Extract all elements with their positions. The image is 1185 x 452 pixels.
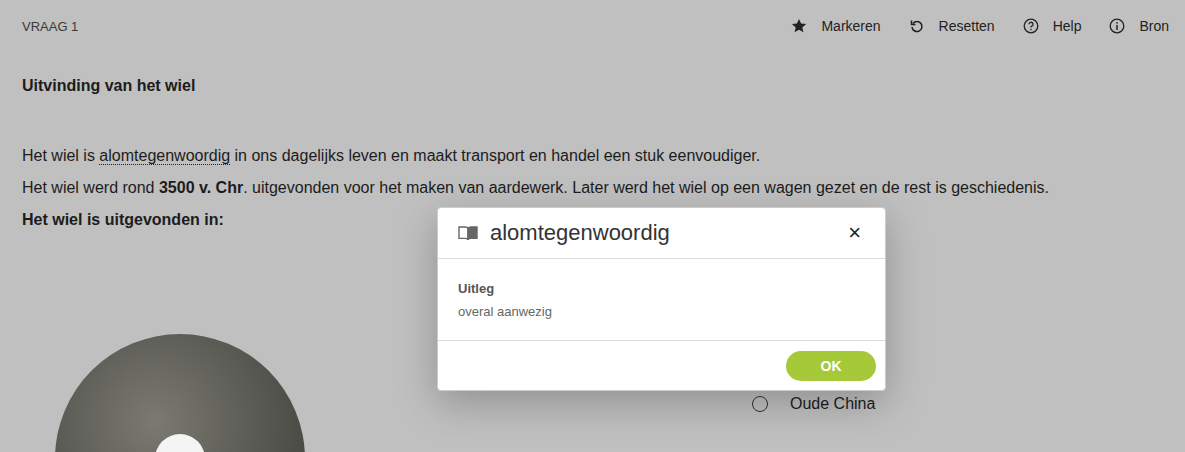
tool-button[interactable]: Bron [1109,18,1169,34]
glossary-term[interactable]: alomtegenwoordig [99,147,230,165]
dialog-footer: OK [438,340,885,390]
section-label: Uitleg [458,279,865,299]
glossary-dialog: alomtegenwoordig × Uitleg overal aanwezi… [437,207,886,391]
info-icon [1109,18,1125,34]
emphasis: 3500 v. Chr [159,179,243,196]
question-paragraph: Het wiel is alomtegenwoordig in ons dage… [22,140,1163,172]
help-icon [1023,18,1039,34]
stone-wheel-photo [55,334,305,452]
text: Het wiel is [22,147,99,164]
reset-icon [909,18,925,34]
question-title: Uitvinding van het wiel [22,76,1163,96]
dialog-header: alomtegenwoordig × [438,208,885,259]
book-icon [458,225,478,241]
photo-hole [155,434,205,452]
dialog-body: Uitleg overal aanwezig [438,259,885,340]
dialog-title: alomtegenwoordig [490,220,832,246]
tool-button[interactable]: Resetten [909,18,995,34]
toolbar: Markeren Resetten Help Bron [791,18,1169,34]
close-button[interactable]: × [844,220,865,246]
tool-button[interactable]: Markeren [791,18,880,34]
radio-icon[interactable] [752,396,768,412]
tool-label: Bron [1139,18,1169,34]
star-icon [791,18,807,34]
answer-option[interactable]: Oude China [752,395,875,413]
explanation: overal aanwezig [458,302,865,322]
text: . uitgevonden voor het maken van aardewe… [243,179,1049,196]
tool-label: Markeren [821,18,880,34]
text: in ons dagelijks leven en maakt transpor… [230,147,760,164]
tool-button[interactable]: Help [1023,18,1082,34]
ok-button[interactable]: OK [786,351,876,381]
question-paragraph: Het wiel werd rond 3500 v. Chr. uitgevon… [22,172,1163,204]
tool-label: Help [1053,18,1082,34]
tool-label: Resetten [939,18,995,34]
option-label: Oude China [790,395,875,413]
question-number: VRAAG 1 [22,19,78,34]
top-bar: VRAAG 1 Markeren Resetten Help Bron [0,0,1185,52]
quiz-page: VRAAG 1 Markeren Resetten Help Bron Uitv… [0,0,1185,452]
text: Het wiel werd rond [22,179,159,196]
